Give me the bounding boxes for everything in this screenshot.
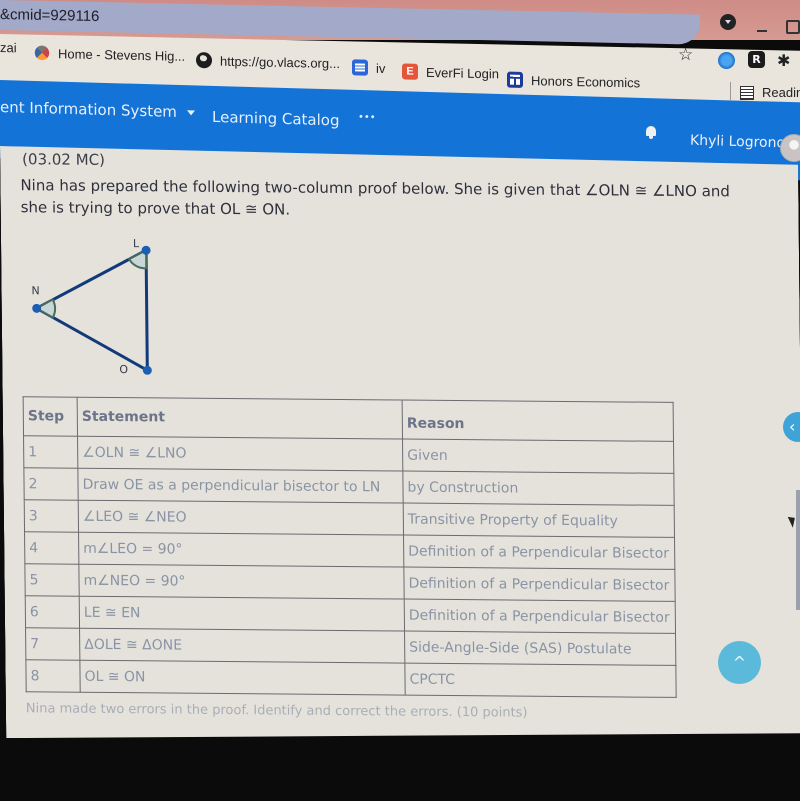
- nav-label: ent Information System: [0, 98, 177, 121]
- more-icon: •••: [358, 111, 376, 124]
- scrollbar[interactable]: [796, 490, 800, 610]
- extension-r-icon[interactable]: R: [748, 51, 765, 68]
- cell-step: 3: [24, 500, 78, 532]
- bookmark-everfi[interactable]: E EverFi Login: [402, 63, 499, 81]
- cell-statement: ∠LEO ≅ ∠NEO: [78, 500, 403, 535]
- header-statement: Statement: [77, 397, 402, 439]
- cell-step: 4: [25, 532, 79, 564]
- nav-learning-catalog[interactable]: Learning Catalog: [212, 108, 340, 130]
- bookmark-label: Home - Stevens Hig...: [58, 45, 186, 64]
- cell-reason: Given: [403, 439, 674, 473]
- triangle-diagram: L N O: [21, 236, 173, 387]
- bookmark-iv[interactable]: iv: [352, 59, 385, 76]
- nav-more-button[interactable]: •••: [358, 112, 376, 123]
- minimize-button[interactable]: [757, 30, 767, 32]
- cell-reason: Definition of a Perpendicular Bisector: [404, 567, 675, 601]
- scroll-to-top-button[interactable]: ^: [718, 641, 761, 684]
- cell-statement: Draw OE as a perpendicular bisector to L…: [78, 468, 403, 503]
- profile-dropdown-icon[interactable]: [720, 14, 736, 30]
- cell-step: 8: [26, 660, 80, 692]
- cell-statement: m∠LEO = 90°: [79, 532, 404, 567]
- avatar[interactable]: [780, 134, 800, 162]
- classroom-icon: [507, 71, 523, 88]
- question-id: (03.02 MC): [22, 150, 106, 169]
- bookmark-label: https://go.vlacs.org...: [220, 53, 340, 71]
- question-text: Nina has prepared the following two-colu…: [20, 176, 730, 219]
- vertex-point-O: [143, 366, 152, 375]
- everfi-icon: E: [402, 63, 418, 80]
- cell-statement: LE ≅ EN: [79, 596, 404, 631]
- proof-row: 8 OL ≅ ON CPCTC: [26, 660, 676, 698]
- vertex-label-L: L: [133, 237, 140, 250]
- bookmark-label: iv: [376, 60, 386, 76]
- user-name[interactable]: Khyli Logrono: [690, 133, 785, 152]
- cell-statement: ΔOLE ≅ ΔONE: [80, 628, 405, 663]
- restore-button[interactable]: [786, 20, 800, 34]
- cell-reason: Transitive Property of Equality: [403, 503, 674, 537]
- cell-step: 2: [24, 468, 78, 500]
- cell-step: 1: [24, 436, 78, 468]
- cell-statement: ∠OLN ≅ ∠LNO: [78, 436, 403, 471]
- bookmark-zai[interactable]: zai: [0, 40, 17, 55]
- url-text[interactable]: &cmid=929116: [0, 6, 99, 25]
- cell-statement: OL ≅ ON: [80, 660, 405, 695]
- question-page: (03.02 MC) Nina has prepared the followi…: [0, 146, 800, 745]
- notification-bell-icon[interactable]: [646, 126, 656, 139]
- header-reason: Reason: [402, 400, 673, 441]
- bookmark-honors-economics[interactable]: Honors Economics: [507, 71, 641, 91]
- caret-down-icon: [186, 110, 195, 116]
- bookmark-label: EverFi Login: [426, 64, 499, 81]
- cell-step: 5: [25, 564, 79, 596]
- bookmark-vlacs[interactable]: https://go.vlacs.org...: [196, 52, 340, 71]
- cell-step: 7: [26, 628, 80, 660]
- bookmark-label: zai: [0, 40, 17, 56]
- extension-globe-icon[interactable]: [718, 52, 735, 69]
- cell-reason: Definition of a Perpendicular Bisector: [404, 535, 675, 569]
- bookmarks-divider: [730, 82, 731, 100]
- reading-list-button[interactable]: Reading: [740, 85, 800, 100]
- proof-header-row: Step Statement Reason: [23, 397, 673, 442]
- nav-label: Learning Catalog: [212, 107, 340, 130]
- cell-reason: by Construction: [403, 471, 674, 505]
- vertex-label-O: O: [119, 363, 128, 376]
- reading-list-icon: [740, 85, 754, 100]
- cell-reason: Definition of a Perpendicular Bisector: [404, 599, 675, 633]
- vertex-label-N: N: [31, 284, 39, 297]
- stevens-logo-icon: [31, 42, 53, 64]
- nav-student-information-system[interactable]: ent Information System: [0, 98, 195, 121]
- bookmark-label: Honors Economics: [531, 72, 641, 90]
- extensions-puzzle-icon[interactable]: ✱: [777, 52, 794, 69]
- cell-statement: m∠NEO = 90°: [79, 564, 404, 599]
- cell-reason: Side-Angle-Side (SAS) Postulate: [405, 631, 676, 665]
- proof-table: Step Statement Reason 1 ∠OLN ≅ ∠LNO Given 2…: [23, 396, 677, 698]
- question-prompt: Nina made two errors in the proof. Ident…: [25, 701, 528, 721]
- document-icon: [352, 59, 368, 76]
- cell-step: 6: [25, 596, 79, 628]
- header-step: Step: [23, 397, 77, 436]
- globe-icon: [196, 52, 212, 69]
- reading-list-label: Reading: [762, 85, 800, 100]
- cell-reason: CPCTC: [405, 663, 676, 697]
- bookmark-star-icon[interactable]: ☆: [678, 45, 693, 65]
- bookmark-stevens[interactable]: Home - Stevens Hig...: [31, 42, 186, 64]
